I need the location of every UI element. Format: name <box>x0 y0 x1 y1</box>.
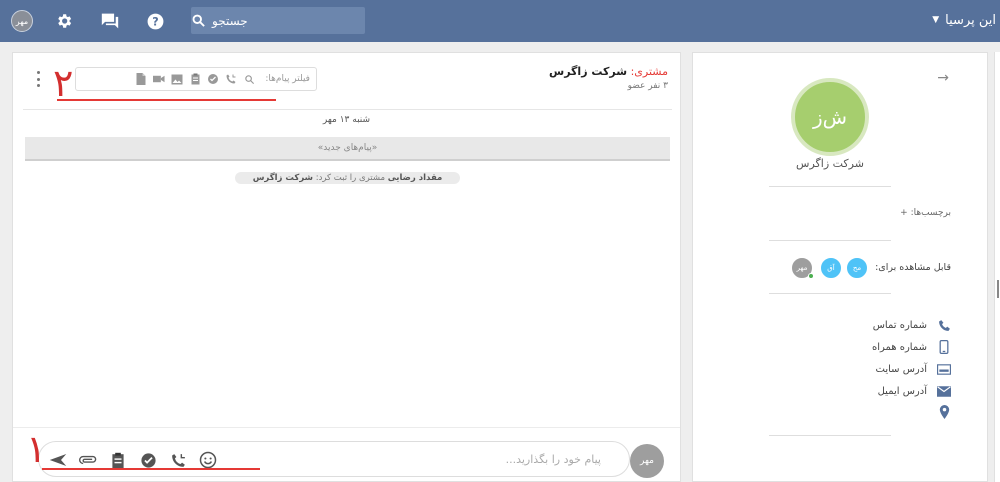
member-avatar[interactable]: آق <box>820 257 842 279</box>
location-pin-icon <box>937 405 951 419</box>
contact-email-label: آدرس ایمیل <box>877 385 927 397</box>
customer-name[interactable]: شرکت زاگرس <box>549 65 627 78</box>
mobile-icon <box>937 340 951 354</box>
date-separator: شنبه ۱۳ مهر <box>322 115 371 125</box>
divider <box>769 293 891 294</box>
contact-mobile-label: شماره همراه <box>871 341 927 353</box>
help-icon[interactable]: ? <box>144 10 166 32</box>
contact-website[interactable]: آدرس سایت <box>876 362 951 376</box>
user-avatar[interactable]: مهر <box>11 10 33 32</box>
contact-phone[interactable]: شماره تماس <box>873 318 951 332</box>
gear-icon[interactable] <box>53 10 75 32</box>
company-avatar: ش‌ز <box>791 78 869 156</box>
system-message-actor: مقداد رضایی <box>387 173 443 183</box>
attachment-icon[interactable] <box>79 451 97 469</box>
new-messages-divider: «پیام‌های جدید» <box>25 137 670 161</box>
contact-phone-label: شماره تماس <box>872 319 927 331</box>
header-divider <box>23 109 672 110</box>
contact-location[interactable] <box>927 405 951 419</box>
svg-text:?: ? <box>152 15 158 28</box>
filter-label: فیلتر پیام‌ها: <box>265 74 310 84</box>
top-navigation-bar: مهر ? جستجو ▼ این پرسیا <box>0 0 1000 42</box>
file-icon[interactable] <box>135 73 147 85</box>
divider <box>769 435 891 436</box>
customer-info-panel: → ش‌ز شرکت زاگرس برچسب‌ها: + قابل مشاهده… <box>692 52 988 482</box>
more-options-icon[interactable] <box>35 71 41 87</box>
annotation-number-1: ۱ <box>26 427 47 471</box>
message-filter-bar: فیلتر پیام‌ها: <box>75 67 317 91</box>
check-circle-icon[interactable] <box>139 451 157 469</box>
email-icon <box>937 384 951 398</box>
search-icon[interactable] <box>243 73 255 85</box>
phone-call-icon[interactable] <box>169 451 187 469</box>
chat-icon[interactable] <box>99 10 121 32</box>
chat-panel: مشتری: شرکت زاگرس ۳ نفر عضو فیلتر پیام‌ه… <box>12 52 681 482</box>
scroll-indicator[interactable] <box>997 280 999 298</box>
search-input[interactable]: جستجو <box>191 7 365 34</box>
contact-email[interactable]: آدرس ایمیل <box>878 384 951 398</box>
phone-call-icon[interactable] <box>225 73 237 85</box>
visible-for-label: قابل مشاهده برای: <box>875 262 951 273</box>
emoji-icon[interactable] <box>199 451 217 469</box>
customer-title: مشتری: شرکت زاگرس <box>549 65 668 78</box>
video-icon[interactable] <box>153 73 165 85</box>
system-message-company: شرکت زاگرس <box>252 173 314 183</box>
member-avatar[interactable]: مح <box>846 257 868 279</box>
clipboard-icon[interactable] <box>109 451 127 469</box>
phone-icon <box>937 318 951 332</box>
system-message-text: مشتری را ثبت کرد: <box>313 173 388 183</box>
arrow-right-icon[interactable]: → <box>937 70 949 86</box>
caret-down-icon: ▼ <box>932 15 940 25</box>
divider <box>769 240 891 241</box>
annotation-underline-bottom <box>42 468 260 470</box>
members-count[interactable]: ۳ نفر عضو <box>628 81 668 91</box>
workspace-selector[interactable]: ▼ این پرسیا <box>932 8 1000 32</box>
search-icon <box>192 14 205 27</box>
composer-divider <box>13 427 680 428</box>
annotation-number-2: ۲ <box>53 61 74 105</box>
system-message: مقداد رضایی مشتری را ثبت کرد: شرکت زاگرس <box>235 172 460 184</box>
right-edge-panel <box>994 52 1000 482</box>
chat-header: مشتری: شرکت زاگرس ۳ نفر عضو فیلتر پیام‌ه… <box>13 53 680 105</box>
message-composer[interactable]: پیام خود را بگذارید... <box>38 441 630 477</box>
company-name: شرکت زاگرس <box>796 157 864 170</box>
composer-placeholder[interactable]: پیام خود را بگذارید... <box>506 453 601 466</box>
check-circle-icon[interactable] <box>207 73 219 85</box>
composer-toolbar <box>49 451 217 469</box>
composer-user-avatar: مهر <box>630 444 664 478</box>
image-icon[interactable] <box>171 73 183 85</box>
divider <box>769 186 891 187</box>
tags-label[interactable]: برچسب‌ها: + <box>900 208 951 218</box>
contact-website-label: آدرس سایت <box>875 363 927 375</box>
search-placeholder: جستجو <box>212 13 248 28</box>
customer-key: مشتری: <box>630 65 668 78</box>
website-icon <box>937 362 951 376</box>
online-status-dot <box>808 273 814 279</box>
send-icon[interactable] <box>49 451 67 469</box>
clipboard-icon[interactable] <box>189 73 201 85</box>
annotation-underline-top <box>57 99 276 101</box>
workspace-name: این پرسیا <box>945 12 996 28</box>
contact-mobile[interactable]: شماره همراه <box>872 340 951 354</box>
